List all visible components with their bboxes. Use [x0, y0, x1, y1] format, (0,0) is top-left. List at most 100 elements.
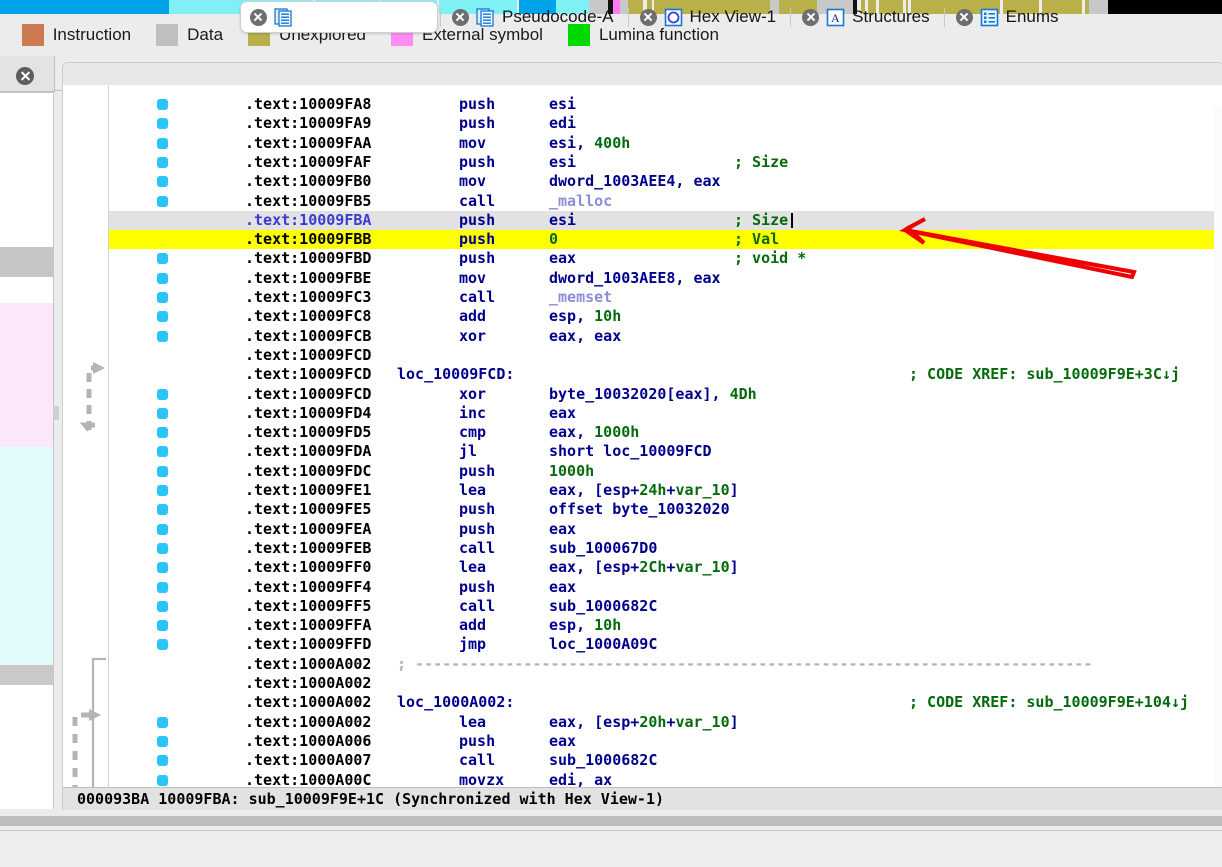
code-line[interactable]: .text:10009FF0 lea eax, [esp+2Ch+var_10]: [109, 558, 1222, 577]
status-bar: 000093BA 10009FBA: sub_10009F9E+1C (Sync…: [63, 787, 1222, 810]
text-cursor: [791, 212, 793, 228]
line-operands: eax, [esp+24h+var_10]: [549, 481, 739, 500]
line-address: .text:10009FBB: [245, 230, 372, 249]
code-line[interactable]: .text:1000A006 push eax: [109, 732, 1222, 751]
tab-pseudocode-a[interactable]: Pseudocode-A: [443, 2, 626, 32]
line-address: .text:10009FF4: [245, 577, 372, 596]
close-icon[interactable]: [16, 67, 34, 85]
left-panel-scroll-nub[interactable]: [53, 406, 59, 420]
code-line[interactable]: .text:1000A002 lea eax, [esp+20h+var_10]: [109, 713, 1222, 732]
line-operands: short loc_10009FCD: [549, 442, 712, 461]
code-line[interactable]: .text:10009FB0 mov dword_1003AEE4, eax: [109, 172, 1222, 191]
code-line[interactable]: .text:1000A002 ; ------------------------…: [109, 655, 1222, 674]
line-address: .text:10009FBD: [245, 249, 372, 268]
line-mnemonic: xor: [459, 326, 487, 345]
code-line[interactable]: .text:10009FCB xor eax, eax: [109, 327, 1222, 346]
code-line[interactable]: .text:1000A002 loc_1000A002: ; CODE XREF: …: [109, 693, 1222, 712]
line-address: .text:1000A00C: [245, 770, 372, 788]
operand-token: esi,: [549, 133, 595, 152]
line-operands: edi: [549, 114, 576, 133]
code-line[interactable]: .text:1000A002: [109, 674, 1222, 693]
line-operands: 0: [549, 230, 558, 249]
tab-ida-view[interactable]: [240, 1, 438, 33]
line-operands: sub_1000682C: [549, 597, 657, 616]
code-line[interactable]: .text:10009FEB call sub_100067D0: [109, 539, 1222, 558]
line-comment: ; void *: [734, 249, 807, 268]
bottom-nav-icons[interactable]: [0, 818, 1222, 848]
tab-close-icon[interactable]: [452, 8, 469, 26]
line-mnemonic: lea: [459, 558, 487, 577]
line-mnemonic: push: [459, 95, 496, 113]
navigator-segment[interactable]: [1108, 0, 1222, 14]
code-line[interactable]: .text:10009FEA push eax: [109, 520, 1222, 539]
tab-separator: [790, 7, 792, 27]
operand-token: offset byte_10032020: [549, 500, 730, 519]
code-line[interactable]: .text:10009FA8 push esi: [109, 95, 1222, 114]
code-line[interactable]: .text:10009FCD: [109, 346, 1222, 365]
tab-separator: [943, 7, 945, 27]
code-line[interactable]: .text:10009FFD jmp loc_1000A09C: [109, 635, 1222, 654]
line-address: .text:10009FCB: [245, 326, 372, 345]
code-line[interactable]: .text:1000A00C movzx edi, ax: [109, 771, 1222, 788]
code-line[interactable]: .text:10009FBA push esi ; Size: [109, 210, 1222, 230]
line-operands: _memset: [549, 288, 612, 307]
navigator-segment[interactable]: [1089, 0, 1109, 14]
tab-close-icon[interactable]: [250, 8, 267, 26]
line-address: .text:10009FFA: [245, 616, 372, 635]
code-line[interactable]: .text:10009FD5 cmp eax, 1000h: [109, 423, 1222, 442]
line-operands: _malloc: [549, 192, 612, 211]
code-line[interactable]: .text:10009FD4 inc eax: [109, 404, 1222, 423]
tab-enums[interactable]: Enums: [947, 2, 1071, 32]
code-line[interactable]: .text:10009FC3 call _memset: [109, 288, 1222, 307]
code-line[interactable]: .text:10009FBE mov dword_1003AEE8, eax: [109, 269, 1222, 288]
code-line[interactable]: .text:10009FCD loc_10009FCD: ; CODE XREF: …: [109, 365, 1222, 384]
code-line[interactable]: .text:10009FC8 add esp, 10h: [109, 307, 1222, 326]
code-line[interactable]: .text:10009FBB push 0 ; Val: [109, 230, 1222, 250]
code-line[interactable]: .text:10009FCD xor byte_10032020[eax], 4Dh: [109, 385, 1222, 404]
left-panel-tab[interactable]: [0, 56, 55, 92]
operand-token: sub_1000682C: [549, 751, 658, 770]
operand-token: eax, [esp+: [549, 712, 640, 731]
line-mnemonic: cmp: [459, 423, 487, 442]
code-line[interactable]: .text:10009FF4 push eax: [109, 578, 1222, 597]
code-line[interactable]: .text:10009FA9 push edi: [109, 114, 1222, 133]
tab-close-icon[interactable]: [802, 8, 820, 26]
legend-swatch: [21, 24, 44, 46]
line-operands: eax: [549, 520, 576, 539]
tab-close-icon[interactable]: [639, 8, 657, 26]
code-line[interactable]: .text:10009FF5 call sub_1000682C: [109, 597, 1222, 616]
tab-hex-view-1[interactable]: Hex View-1: [631, 2, 789, 32]
line-address: .text:10009FCD: [245, 365, 372, 384]
operand-token: dword_1003AEE4, eax: [549, 172, 721, 191]
navigator-segment[interactable]: [0, 0, 169, 14]
tab-close-icon[interactable]: [955, 8, 973, 26]
operand-token: 10h: [594, 616, 622, 635]
code-line[interactable]: .text:10009FDA jl short loc_10009FCD: [109, 442, 1222, 461]
disassembly-window: .text:10009FA8 push esi .text:10009FA9 push e…: [62, 62, 1222, 810]
line-mnemonic: lea: [459, 481, 487, 499]
code-line[interactable]: .text:10009FAA mov esi, 400h: [109, 134, 1222, 153]
line-mnemonic: add: [459, 616, 487, 635]
line-mnemonic: jl: [459, 442, 478, 461]
code-line[interactable]: .text:10009FFA add esp, 10h: [109, 616, 1222, 635]
code-line[interactable]: .text:10009FE1 lea eax, [esp+24h+var_10]: [109, 481, 1222, 500]
tab-label: Hex View-1: [689, 7, 777, 26]
operand-token: short loc_10009FCD: [549, 442, 712, 461]
operand-token: edi: [549, 114, 577, 133]
disassembly-view[interactable]: .text:10009FA8 push esi .text:10009FA9 push e…: [63, 85, 1222, 787]
line-operands: eax: [549, 578, 576, 597]
operand-token: esp,: [549, 616, 595, 635]
code-line[interactable]: .text:10009FE5 push offset byte_10032020: [109, 500, 1222, 519]
code-line[interactable]: .text:1000A007 call sub_1000682C: [109, 751, 1222, 770]
operand-token: esi: [549, 95, 577, 113]
line-operands: byte_10032020[eax], 4Dh: [549, 385, 757, 404]
code-line[interactable]: .text:10009FDC push 1000h: [109, 462, 1222, 481]
tab-structures[interactable]: A Structures: [793, 2, 941, 32]
code-line[interactable]: .text:10009FB5 call _malloc: [109, 192, 1222, 211]
line-address: .text:1000A002: [245, 674, 372, 692]
line-mnemonic: push: [459, 731, 496, 750]
vertical-scrollbar[interactable]: [1214, 107, 1222, 787]
code-line[interactable]: .text:10009FAF push esi ; Size: [109, 153, 1222, 172]
code-line[interactable]: .text:10009FBD push eax ; void *: [109, 249, 1222, 268]
operand-token: byte_10032020[eax],: [549, 384, 730, 403]
